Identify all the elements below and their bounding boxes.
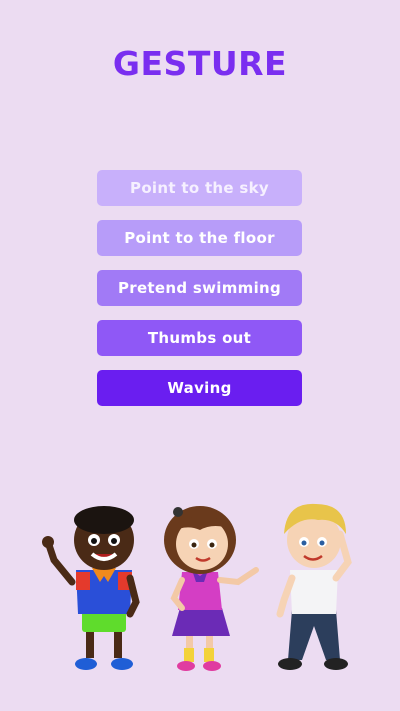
option-point-to-floor-button[interactable]: Point to the floor — [97, 220, 302, 256]
option-point-to-sky-button[interactable]: Point to the sky — [97, 170, 302, 206]
boy-waving-illustration — [42, 506, 140, 670]
boy-saluting-illustration — [276, 503, 352, 670]
kids-illustration — [42, 503, 352, 671]
option-thumbs-out-button[interactable]: Thumbs out — [97, 320, 302, 356]
option-pretend-swimming-button[interactable]: Pretend swimming — [97, 270, 302, 306]
gesture-options: Point to the sky Point to the floor Pret… — [97, 170, 302, 420]
option-waving-button[interactable]: Waving — [97, 370, 302, 406]
page-title: GESTURE — [112, 44, 288, 83]
girl-pointing-illustration — [164, 506, 259, 671]
